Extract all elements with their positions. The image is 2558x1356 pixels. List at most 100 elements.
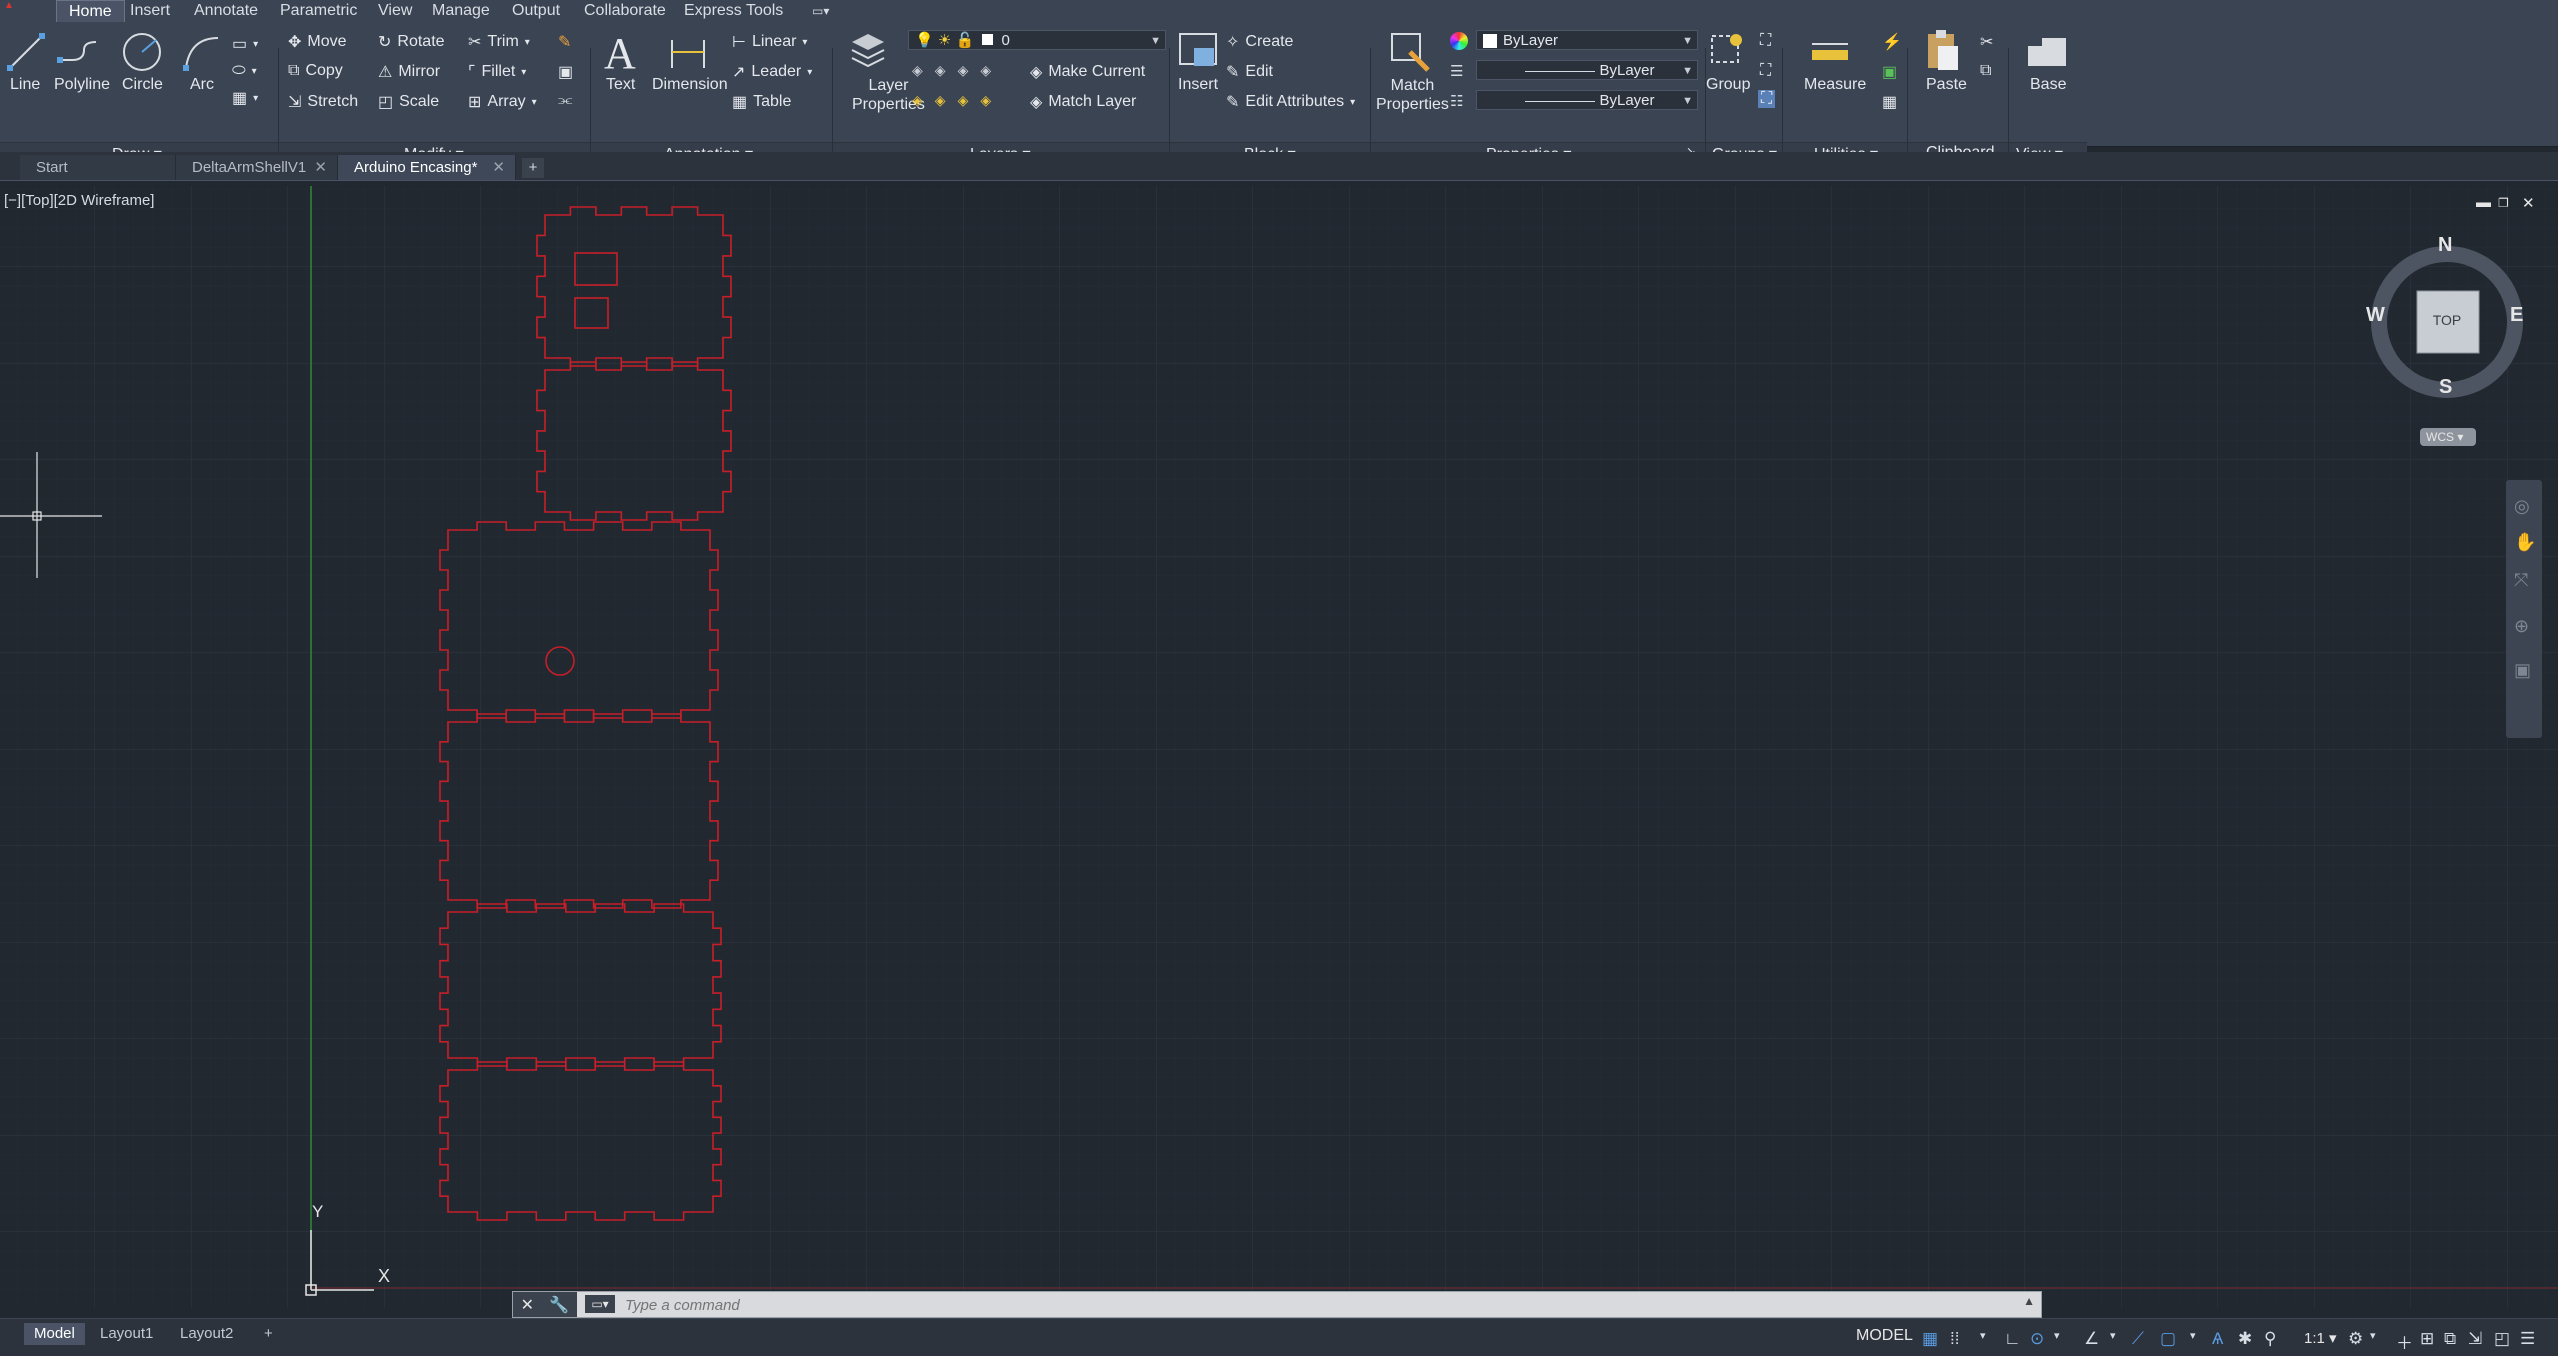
annotation-monitor-icon[interactable]: ＋	[2396, 1329, 2413, 1354]
edit-attributes-button[interactable]: ✎ Edit Attributes ▾	[1226, 92, 1355, 112]
cut-button[interactable]: ✂	[1980, 32, 1993, 52]
annotation-scale-icon[interactable]: ⚲	[2264, 1329, 2276, 1349]
ribbon-tab-insert[interactable]: Insert	[118, 0, 182, 22]
quick-select-button[interactable]: ⚡	[1882, 32, 1902, 52]
units-icon[interactable]: ⊞	[2420, 1329, 2434, 1349]
close-icon[interactable]: ✕	[314, 155, 327, 180]
ribbon-options-dropdown[interactable]: ▭▾	[800, 0, 841, 22]
viewport-controls[interactable]: [−][Top][2D Wireframe]	[4, 192, 154, 209]
compass-west[interactable]: W	[2366, 304, 2385, 327]
circle-button[interactable]: Circle	[122, 76, 163, 94]
trim-button[interactable]: ✂ Trim ▾	[468, 32, 530, 52]
layer-dropdown[interactable]: 💡 ☀ 🔓 0 ▼	[908, 30, 1166, 50]
wcs-menu[interactable]: WCS ▾	[2420, 428, 2476, 446]
close-icon[interactable]: ✕	[492, 155, 505, 180]
polar-tracking-icon[interactable]: ∠	[2084, 1329, 2099, 1349]
chevron-down-icon[interactable]: ▾	[1980, 1329, 1986, 1342]
match-properties-button[interactable]: Match Properties	[1376, 76, 1449, 114]
calculator-button[interactable]: ▦	[1882, 92, 1897, 112]
ungroup-button[interactable]: ⛶	[1760, 32, 1771, 50]
paste-button[interactable]: Paste	[1926, 76, 1967, 94]
make-current-button[interactable]: ◈ Make Current	[1030, 62, 1145, 82]
auto-scale-icon[interactable]: ✱	[2238, 1329, 2252, 1349]
ribbon-tab-home[interactable]: Home	[56, 0, 125, 22]
edit-block-button[interactable]: ✎ Edit	[1226, 62, 1273, 82]
group-edit-button[interactable]: ⛶	[1760, 62, 1771, 80]
snap-icon[interactable]: ⁞⁞	[1950, 1329, 1959, 1349]
infer-constraints-icon[interactable]: ∟	[2004, 1329, 2021, 1349]
ribbon-tab-view[interactable]: View	[366, 0, 424, 22]
select-all-button[interactable]: ▣	[1882, 62, 1897, 82]
app-menu-button[interactable]: ▲	[0, 0, 36, 22]
move-button[interactable]: ✥ Move	[288, 32, 347, 52]
drawing-canvas[interactable]	[0, 186, 2558, 1308]
close-viewport-button[interactable]: ✕	[2522, 194, 2535, 212]
layer-unisolate-icon[interactable]: ◈	[935, 92, 946, 109]
close-icon[interactable]: ✕	[521, 1295, 534, 1315]
drawing-viewport[interactable]: [−][Top][2D Wireframe] ▬ ❐ ✕ N S E W TOP…	[0, 186, 2558, 1308]
ellipse-button[interactable]: ⬭ ▾	[232, 62, 257, 80]
ortho-icon[interactable]: ⊙	[2030, 1329, 2044, 1349]
match-layer-button[interactable]: ◈ Match Layer	[1030, 92, 1136, 112]
customization-menu-icon[interactable]: ☰	[2520, 1329, 2535, 1349]
linetype-dropdown[interactable]: ByLayer ▼	[1476, 90, 1698, 110]
chevron-down-icon[interactable]: ▾	[2370, 1329, 2376, 1342]
measure-button[interactable]: Measure	[1804, 76, 1866, 94]
text-button[interactable]: Text	[606, 76, 635, 94]
command-input[interactable]	[623, 1294, 2007, 1316]
chevron-down-icon[interactable]: ▾	[2110, 1329, 2116, 1342]
hatch-button[interactable]: ▦ ▾	[232, 88, 258, 108]
new-tab-button[interactable]: +	[522, 158, 544, 178]
layer-off-icon[interactable]: ◈	[912, 62, 923, 79]
rotate-button[interactable]: ↻ Rotate	[378, 32, 445, 52]
mirror-button[interactable]: ⚠ Mirror	[378, 62, 440, 82]
ribbon-tab-collaborate[interactable]: Collaborate	[572, 0, 678, 22]
copy-clip-button[interactable]: ⧉	[1980, 62, 1991, 80]
minimize-viewport-button[interactable]: ▬	[2476, 194, 2491, 211]
color-dropdown[interactable]: ByLayer ▼	[1476, 30, 1698, 50]
ribbon-tab-annotate[interactable]: Annotate	[182, 0, 270, 22]
quick-properties-icon[interactable]: ⧉	[2444, 1329, 2456, 1349]
rectangle-button[interactable]: ▭ ▾	[232, 34, 258, 54]
ribbon-tab-manage[interactable]: Manage	[420, 0, 502, 22]
leader-button[interactable]: ↗ Leader ▾	[732, 62, 812, 82]
file-tab-arduino-encasing[interactable]: Arduino Encasing* ✕	[338, 155, 516, 180]
lock-ui-icon[interactable]: ⇲	[2468, 1329, 2482, 1349]
zoom-extents-icon[interactable]: ⤧	[2514, 570, 2528, 591]
file-tab-deltaarmshell[interactable]: DeltaArmShellV1 ✕	[176, 155, 338, 180]
insert-button[interactable]: Insert	[1178, 76, 1218, 94]
annotation-visibility-icon[interactable]: Ѧ	[2212, 1329, 2223, 1349]
viewcube-top-label[interactable]: TOP	[2430, 312, 2464, 328]
pan-icon[interactable]: ✋	[2514, 532, 2536, 553]
linear-dimension-button[interactable]: ⊢ Linear ▾	[732, 32, 807, 52]
model-space-toggle[interactable]: MODEL	[1856, 1327, 1913, 1345]
chevron-down-icon[interactable]: ▾	[2190, 1329, 2196, 1342]
ribbon-tab-parametric[interactable]: Parametric	[268, 0, 369, 22]
workspace-gear-icon[interactable]: ⚙	[2348, 1329, 2363, 1349]
scale-button[interactable]: ◰ Scale	[378, 92, 439, 112]
layer-lock-tool-icon[interactable]: ◈	[980, 62, 991, 79]
layout-tab-layout1[interactable]: Layout1	[90, 1323, 163, 1345]
copy-button[interactable]: ⧉ Copy	[288, 62, 343, 80]
restore-viewport-button[interactable]: ❐	[2498, 196, 2509, 210]
layer-on-tool-icon[interactable]: ◈	[912, 92, 923, 109]
table-button[interactable]: ▦ Table	[732, 92, 791, 112]
object-snap-icon[interactable]: ▢	[2160, 1329, 2176, 1349]
customize-wrench-icon[interactable]: 🔧	[549, 1295, 569, 1315]
layer-freeze-tool-icon[interactable]: ◈	[958, 62, 969, 79]
layer-isolate-icon[interactable]: ◈	[935, 62, 946, 79]
array-button[interactable]: ⊞ Array ▾	[468, 92, 537, 112]
grid-icon[interactable]: ▦	[1922, 1329, 1938, 1349]
recent-commands-button[interactable]: ▭▾	[585, 1295, 615, 1313]
fillet-button[interactable]: ⌜ Fillet ▾	[468, 62, 526, 82]
file-tab-start[interactable]: Start	[20, 155, 176, 180]
showmotion-icon[interactable]: ▣	[2514, 660, 2531, 681]
annotation-scale-dropdown[interactable]: 1:1 ▾	[2304, 1329, 2337, 1347]
polyline-button[interactable]: Polyline	[54, 76, 110, 94]
offset-button[interactable]: ⫘	[558, 92, 572, 110]
ribbon-tab-express-tools[interactable]: Express Tools	[672, 0, 795, 22]
arc-button[interactable]: Arc	[190, 76, 214, 94]
erase-button[interactable]: ✎	[558, 32, 571, 52]
compass-north[interactable]: N	[2438, 234, 2452, 257]
layer-unlock-icon[interactable]: ◈	[980, 92, 991, 109]
